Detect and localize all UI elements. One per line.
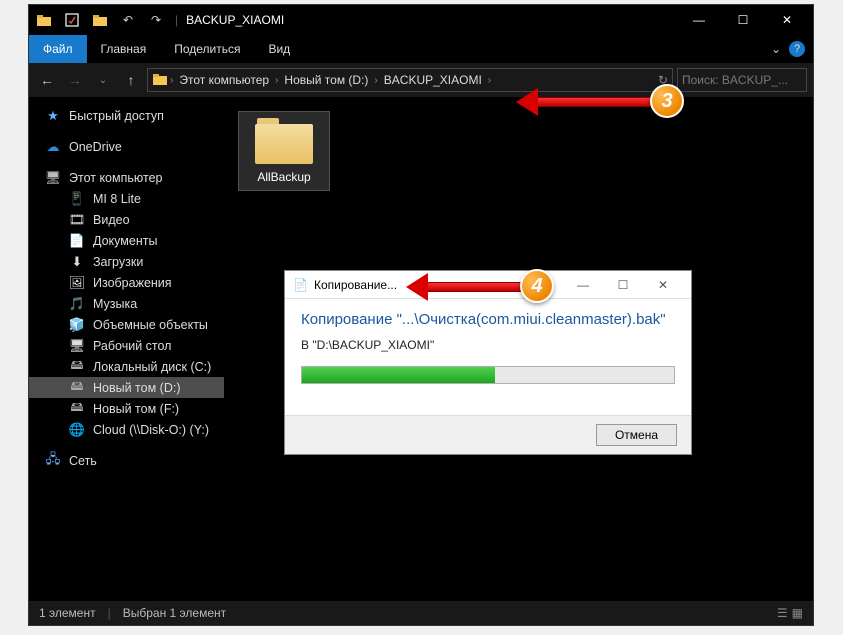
- sidebar-cloud-drive[interactable]: 🌐Cloud (\\Disk-O:) (Y:): [29, 419, 224, 440]
- cancel-button[interactable]: Отмена: [596, 424, 677, 446]
- network-icon: 🖧: [45, 453, 61, 469]
- cube-icon: 🧊: [69, 317, 85, 333]
- document-icon: 📄: [69, 233, 85, 249]
- view-mode-icons: ☰ ▦: [777, 606, 803, 620]
- folder-icon: [33, 9, 55, 31]
- image-icon: 🖼: [69, 275, 85, 291]
- tab-view[interactable]: Вид: [254, 35, 304, 63]
- video-icon: 🎞: [69, 212, 85, 228]
- tab-home[interactable]: Главная: [87, 35, 161, 63]
- copy-dialog-title: Копирование...: [314, 278, 397, 292]
- breadcrumb[interactable]: › Этот компьютер › Новый том (D:) › BACK…: [147, 68, 673, 92]
- annotation-badge-4: 4: [520, 269, 554, 303]
- sidebar-drive-d[interactable]: 🖴Новый том (D:): [29, 377, 224, 398]
- sidebar-downloads[interactable]: ⬇Загрузки: [29, 251, 224, 272]
- sidebar-video[interactable]: 🎞Видео: [29, 209, 224, 230]
- statusbar: 1 элемент | Выбран 1 элемент ☰ ▦: [29, 601, 813, 625]
- sidebar-mi8[interactable]: 📱MI 8 Lite: [29, 188, 224, 209]
- crumb-pc[interactable]: Этот компьютер: [175, 73, 273, 87]
- drive-icon: 🖴: [69, 359, 85, 375]
- title-separator: |: [175, 13, 178, 27]
- crumb-folder[interactable]: BACKUP_XIAOMI: [380, 73, 486, 87]
- ribbon-expand: ⌄ ?: [771, 41, 813, 57]
- sidebar-music[interactable]: 🎵Музыка: [29, 293, 224, 314]
- copy-dialog-footer: Отмена: [285, 415, 691, 454]
- tab-share[interactable]: Поделиться: [160, 35, 254, 63]
- minimize-button[interactable]: —: [677, 6, 721, 34]
- folder-icon: [152, 72, 168, 89]
- status-count: 1 элемент: [39, 606, 96, 620]
- window-title: BACKUP_XIAOMI: [186, 13, 284, 27]
- crumb-drive[interactable]: Новый том (D:): [280, 73, 372, 87]
- status-separator: |: [108, 606, 111, 620]
- sidebar-docs[interactable]: 📄Документы: [29, 230, 224, 251]
- copy-heading: Копирование "...\Очистка(com.miui.cleanm…: [301, 311, 675, 328]
- icons-view-icon[interactable]: ▦: [792, 606, 803, 620]
- chevron-right-icon: ›: [374, 75, 377, 86]
- undo-icon[interactable]: ↶: [117, 9, 139, 31]
- recent-dropdown[interactable]: ⌄: [91, 68, 115, 92]
- folder-icon: [255, 118, 313, 164]
- sidebar-onedrive[interactable]: ☁OneDrive: [29, 136, 224, 157]
- status-selected: Выбран 1 элемент: [123, 606, 226, 620]
- help-icon[interactable]: ?: [789, 41, 805, 57]
- address-bar: ← → ⌄ ↑ › Этот компьютер › Новый том (D:…: [29, 63, 813, 97]
- chevron-down-icon[interactable]: ⌄: [771, 42, 781, 56]
- close-button[interactable]: ✕: [765, 6, 809, 34]
- properties-icon[interactable]: [61, 9, 83, 31]
- phone-icon: 📱: [69, 191, 85, 207]
- download-icon: ⬇: [69, 254, 85, 270]
- quick-access-toolbar: ↶ ↷: [33, 9, 167, 31]
- music-icon: 🎵: [69, 296, 85, 312]
- pc-icon: 🖥: [45, 170, 61, 186]
- sidebar-drive-c[interactable]: 🖴Локальный диск (C:): [29, 356, 224, 377]
- sidebar-3d[interactable]: 🧊Объемные объекты: [29, 314, 224, 335]
- ribbon-tabs: Файл Главная Поделиться Вид ⌄ ?: [29, 35, 813, 63]
- chevron-right-icon: ›: [488, 75, 491, 86]
- tab-file[interactable]: Файл: [29, 35, 87, 63]
- redo-icon[interactable]: ↷: [145, 9, 167, 31]
- dialog-close-button[interactable]: ✕: [643, 278, 683, 292]
- new-folder-icon[interactable]: [89, 9, 111, 31]
- drive-icon: 🖴: [69, 380, 85, 396]
- chevron-right-icon: ›: [170, 75, 173, 86]
- sidebar-pictures[interactable]: 🖼Изображения: [29, 272, 224, 293]
- window-controls: — ☐ ✕: [677, 6, 809, 34]
- sidebar-desktop[interactable]: 🖥Рабочий стол: [29, 335, 224, 356]
- sidebar-drive-f[interactable]: 🖴Новый том (F:): [29, 398, 224, 419]
- maximize-button[interactable]: ☐: [721, 6, 765, 34]
- annotation-arrow-4: [406, 275, 526, 299]
- progress-bar: [301, 366, 675, 384]
- search-placeholder: Поиск: BACKUP_...: [682, 73, 788, 87]
- network-drive-icon: 🌐: [69, 422, 85, 438]
- annotation-badge-3: 3: [650, 84, 684, 118]
- copy-icon: 📄: [293, 278, 308, 292]
- copy-destination: В "D:\BACKUP_XIAOMI": [301, 338, 675, 352]
- forward-button[interactable]: →: [63, 68, 87, 92]
- chevron-right-icon: ›: [275, 75, 278, 86]
- star-icon: ★: [45, 108, 61, 124]
- folder-allbackup[interactable]: AllBackup: [238, 111, 330, 191]
- drive-icon: 🖴: [69, 401, 85, 417]
- annotation-arrow-3: [516, 90, 656, 114]
- dialog-minimize-button[interactable]: —: [563, 278, 603, 292]
- copy-dialog-body: Копирование "...\Очистка(com.miui.cleanm…: [285, 299, 691, 415]
- search-input[interactable]: Поиск: BACKUP_...: [677, 68, 807, 92]
- dialog-maximize-button[interactable]: ☐: [603, 278, 643, 292]
- back-button[interactable]: ←: [35, 68, 59, 92]
- details-view-icon[interactable]: ☰: [777, 606, 788, 620]
- cloud-icon: ☁: [45, 139, 61, 155]
- titlebar: ↶ ↷ | BACKUP_XIAOMI — ☐ ✕: [29, 5, 813, 35]
- up-button[interactable]: ↑: [119, 68, 143, 92]
- sidebar-quick-access[interactable]: ★Быстрый доступ: [29, 105, 224, 126]
- folder-label: AllBackup: [257, 170, 310, 184]
- sidebar-network[interactable]: 🖧Сеть: [29, 450, 224, 471]
- sidebar: ★Быстрый доступ ☁OneDrive 🖥Этот компьюте…: [29, 97, 224, 601]
- sidebar-this-pc[interactable]: 🖥Этот компьютер: [29, 167, 224, 188]
- desktop-icon: 🖥: [69, 338, 85, 354]
- progress-fill: [302, 367, 495, 383]
